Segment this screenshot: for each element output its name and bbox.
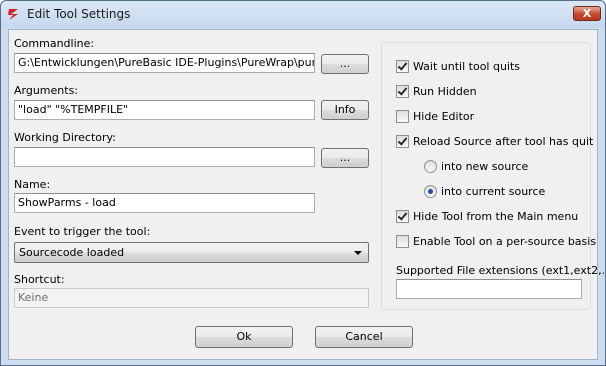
checkbox-checked-icon <box>396 60 409 73</box>
file-extensions-label: Supported File extensions (ext1,ext2,...… <box>396 264 606 277</box>
chevron-down-icon <box>354 251 362 255</box>
wait-until-quits-label: Wait until tool quits <box>413 60 521 73</box>
shortcut-label: Shortcut: <box>14 273 65 286</box>
arguments-input[interactable]: "load" "%TEMPFILE" <box>14 100 315 120</box>
close-button[interactable]: X <box>573 6 601 21</box>
cancel-button[interactable]: Cancel <box>315 326 413 348</box>
info-button[interactable]: Info <box>321 100 369 120</box>
event-label: Event to trigger the tool: <box>14 225 151 238</box>
shortcut-input[interactable]: Keine <box>14 288 369 308</box>
checkbox-checked-icon <box>396 210 409 223</box>
radio-selected-icon <box>424 185 437 198</box>
name-input[interactable]: ShowParms - load <box>14 193 315 213</box>
into-new-source-label: into new source <box>441 160 529 173</box>
file-extensions-input[interactable] <box>396 279 582 299</box>
options-panel: Wait until tool quits Run Hidden Hide Ed… <box>381 42 606 310</box>
checkbox-checked-icon <box>396 135 409 148</box>
event-dropdown[interactable]: Sourcecode loaded <box>14 242 369 263</box>
window-title: Edit Tool Settings <box>27 7 131 21</box>
dialog-body: Commandline: G:\Entwicklungen\PureBasic … <box>8 29 606 360</box>
arguments-label: Arguments: <box>14 84 79 97</box>
checkbox-unchecked-icon <box>396 235 409 248</box>
commandline-input[interactable]: G:\Entwicklungen\PureBasic IDE-Plugins\P… <box>14 53 315 73</box>
event-selected-value: Sourcecode loaded <box>19 246 125 259</box>
per-source-label: Enable Tool on a per-source basis <box>413 235 597 248</box>
hide-editor-label: Hide Editor <box>413 110 475 123</box>
dialog-window: Edit Tool Settings X Commandline: G:\Ent… <box>0 0 606 366</box>
reload-source-label: Reload Source after tool has quit <box>413 135 594 148</box>
commandline-label: Commandline: <box>14 37 95 50</box>
checkbox-checked-icon <box>396 85 409 98</box>
working-directory-label: Working Directory: <box>14 131 116 144</box>
ok-button[interactable]: Ok <box>195 326 293 348</box>
run-hidden-label: Run Hidden <box>413 85 477 98</box>
browse-directory-button[interactable]: ... <box>321 148 369 168</box>
radio-unselected-icon <box>424 160 437 173</box>
hide-from-menu-label: Hide Tool from the Main menu <box>413 210 579 223</box>
purebasic-app-icon <box>8 9 18 20</box>
into-current-source-label: into current source <box>441 185 546 198</box>
working-directory-input[interactable] <box>14 147 315 167</box>
checkbox-unchecked-icon <box>396 110 409 123</box>
browse-commandline-button[interactable]: ... <box>321 54 369 74</box>
name-label: Name: <box>14 178 51 191</box>
title-bar[interactable]: Edit Tool Settings X <box>1 1 605 28</box>
